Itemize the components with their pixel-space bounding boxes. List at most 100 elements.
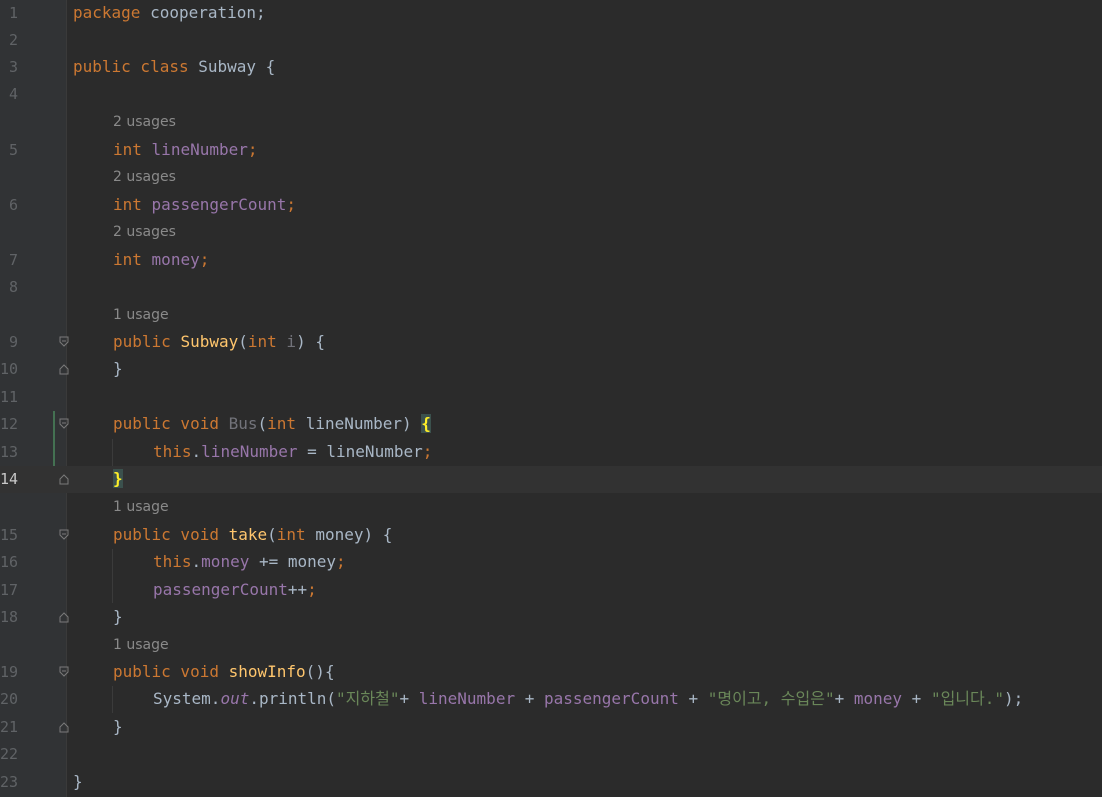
plain-text: (){ [305, 662, 335, 681]
line-number: 8 [8, 278, 18, 296]
line-number: 11 [0, 388, 19, 406]
code-text: passengerCount++; [153, 579, 317, 601]
code-line[interactable]: 9 public Subway(int i) { [0, 329, 1102, 356]
usages-hint[interactable]: 2 usages [113, 222, 176, 242]
line-number: 17 [0, 581, 19, 599]
plain-text: ( [257, 414, 268, 433]
line-number: 10 [0, 360, 19, 378]
plain-text: ) { [296, 332, 325, 351]
fold-open-icon[interactable] [58, 529, 70, 541]
fold-end-icon[interactable] [58, 473, 70, 485]
code-line[interactable]: 15 public void take(int money) { [0, 522, 1102, 549]
keyword: int [267, 414, 297, 433]
plain-text: = lineNumber [297, 442, 423, 461]
code-line[interactable]: 4 [0, 81, 1102, 108]
line-number: 6 [8, 196, 18, 214]
plain-text: ( [267, 525, 277, 544]
keyword: int [113, 250, 142, 269]
code-line[interactable]: 22 [0, 741, 1102, 768]
code-line[interactable]: 20 System.out.println("지하철"+ lineNumber … [0, 686, 1102, 713]
line-number: 2 [8, 31, 18, 49]
code-text: } [73, 772, 83, 791]
code-line[interactable]: 12 public void Bus(int lineNumber) { [0, 411, 1102, 438]
code-text: this.lineNumber = lineNumber; [153, 441, 432, 463]
field-name: lineNumber [151, 140, 248, 159]
unused-param: i [286, 332, 297, 351]
string-literal: "지하철" [336, 689, 400, 708]
code-text: } [113, 359, 123, 378]
constructor-name: Subway [180, 332, 239, 351]
usages-hint[interactable]: 2 usages [113, 112, 176, 132]
code-text: public void take(int money) { [113, 524, 392, 546]
usages-hint[interactable]: 1 usage [113, 305, 169, 325]
code-text: public class Subway { [73, 56, 275, 78]
code-text: System.out.println("지하철"+ lineNumber + p… [153, 688, 1023, 710]
plain-text: += money [249, 552, 337, 571]
plain-text [219, 414, 229, 433]
fold-open-icon[interactable] [58, 336, 70, 348]
code-text: } [113, 468, 123, 490]
fold-end-icon[interactable] [58, 363, 70, 375]
code-text: package cooperation; [73, 2, 266, 24]
code-line[interactable]: 21 } [0, 714, 1102, 741]
code-line[interactable]: 18 } [0, 604, 1102, 631]
usages-hint[interactable]: 1 usage [113, 635, 169, 655]
code-editor[interactable]: 1 package cooperation; 2 3 public class … [0, 0, 1102, 797]
semicolon: ; [422, 442, 433, 461]
code-line-current[interactable]: 14 } [0, 466, 1102, 493]
code-line[interactable]: 23 } [0, 769, 1102, 796]
usages-hint[interactable]: 1 usage [113, 497, 169, 517]
string-literal: "명이고, 수입은" [707, 689, 835, 708]
code-line[interactable]: 16 this.money += money; [0, 549, 1102, 576]
line-number: 7 [8, 251, 18, 269]
fold-open-icon[interactable] [58, 666, 70, 678]
plain-text: ); [1004, 689, 1024, 708]
unused-method-name: Bus [228, 414, 258, 433]
plain-text [142, 250, 152, 269]
code-text: int money; [113, 249, 209, 271]
code-line[interactable]: 5 int lineNumber; [0, 137, 1102, 164]
matched-brace: } [113, 469, 123, 488]
code-line[interactable]: 19 public void showInfo(){ [0, 659, 1102, 686]
code-line[interactable]: 17 passengerCount++; [0, 577, 1102, 604]
code-line[interactable]: 2 [0, 27, 1102, 54]
fold-end-icon[interactable] [58, 721, 70, 733]
line-number: 16 [0, 553, 19, 571]
plain-text: + [834, 689, 854, 708]
code-line[interactable]: 1 package cooperation; [0, 0, 1102, 27]
plain-text [142, 140, 152, 159]
plain-text: + [902, 689, 931, 708]
code-line[interactable]: 7 int money; [0, 247, 1102, 274]
code-text: public Subway(int i) { [113, 331, 325, 353]
code-line[interactable]: 10 } [0, 356, 1102, 383]
code-text: int lineNumber; [113, 139, 258, 161]
line-number: 3 [8, 58, 18, 76]
semicolon: ; [336, 552, 346, 571]
keyword: public class [73, 57, 189, 76]
code-line[interactable]: 13 this.lineNumber = lineNumber; [0, 439, 1102, 466]
keyword: int [113, 195, 142, 214]
semicolon: ; [286, 195, 297, 214]
plain-text: ( [238, 332, 248, 351]
plain-text: .println( [249, 689, 337, 708]
semicolon: ; [247, 140, 258, 159]
code-line[interactable]: 8 [0, 274, 1102, 301]
usages-hint[interactable]: 2 usages [113, 167, 176, 187]
plain-text: + [399, 689, 419, 708]
line-number: 18 [0, 608, 19, 626]
line-number: 23 [0, 773, 19, 791]
line-number: 9 [8, 333, 18, 351]
fold-open-icon[interactable] [58, 418, 70, 430]
plain-text: lineNumber) [296, 414, 422, 433]
code-line[interactable]: 3 public class Subway { [0, 54, 1102, 81]
line-number: 1 [8, 4, 18, 22]
field-name: money [151, 250, 200, 269]
code-text: public void showInfo(){ [113, 661, 335, 683]
fold-end-icon[interactable] [58, 611, 70, 623]
field-name: passengerCount [151, 195, 287, 214]
code-line[interactable]: 11 [0, 384, 1102, 411]
code-line[interactable]: 6 int passengerCount; [0, 192, 1102, 219]
code-text: int passengerCount; [113, 194, 296, 216]
line-number: 22 [0, 745, 19, 763]
semicolon: ; [199, 250, 210, 269]
